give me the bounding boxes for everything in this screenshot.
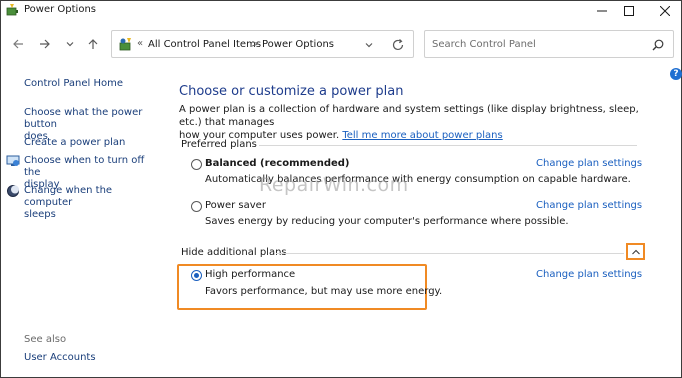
link-line: Change when the computer	[24, 185, 113, 208]
balanced-change-settings-link[interactable]: Change plan settings	[536, 158, 642, 169]
left-pane: Control Panel Home Choose what the power…	[1, 65, 161, 377]
search-icon[interactable]	[651, 38, 665, 52]
control-panel-icon	[119, 38, 131, 51]
help-icon[interactable]: ?	[670, 68, 682, 80]
see-also-label: See also	[24, 334, 67, 345]
power-saver-radio[interactable]	[191, 201, 202, 212]
high-performance-plan-description: Favors performance, but may use more ene…	[205, 286, 443, 297]
collapse-plans-button[interactable]	[626, 243, 645, 260]
link-line: Create a power plan	[24, 137, 126, 148]
maximize-icon	[624, 6, 634, 16]
watermark: RepairWin.com	[259, 174, 409, 196]
group-divider	[259, 145, 637, 146]
balanced-radio[interactable]	[191, 159, 202, 170]
window-title: Power Options	[24, 4, 96, 15]
computer-sleeps-link[interactable]: Change when the computer sleeps	[24, 185, 161, 221]
maximize-button[interactable]	[611, 1, 647, 21]
arrow-left-icon	[13, 39, 23, 49]
close-button[interactable]	[647, 1, 682, 21]
high-performance-radio[interactable]	[191, 270, 202, 281]
breadcrumb-power-options[interactable]: Power Options	[262, 39, 334, 50]
forward-button[interactable]	[36, 35, 54, 53]
power-options-window: Power Options « All Control Panel Items …	[0, 0, 682, 378]
arrow-right-icon	[40, 39, 50, 49]
chevron-down-icon	[66, 42, 74, 47]
refresh-icon[interactable]	[390, 37, 406, 53]
address-bar[interactable]: « All Control Panel Items > Power Option…	[111, 30, 414, 58]
power-saver-change-settings-link[interactable]: Change plan settings	[536, 200, 642, 211]
preferred-plans-title: Preferred plans	[181, 139, 257, 150]
title-bar: Power Options	[1, 1, 681, 21]
display-settings-icon	[6, 155, 20, 166]
address-dropdown-icon[interactable]	[362, 38, 376, 52]
recent-locations-button[interactable]	[61, 35, 79, 53]
power-options-app-icon	[6, 4, 18, 16]
breadcrumb-all-control-panel-items[interactable]: All Control Panel Items	[148, 39, 261, 50]
main-content: Choose or customize a power plan A power…	[177, 65, 649, 377]
high-performance-change-settings-link[interactable]: Change plan settings	[536, 269, 642, 280]
create-power-plan-link[interactable]: Create a power plan	[24, 137, 125, 149]
chevron-up-icon	[631, 249, 640, 254]
power-saver-plan-description: Saves energy by reducing your computer's…	[205, 216, 569, 227]
intro-text: A power plan is a collection of hardware…	[179, 103, 644, 142]
link-line: Choose what the power button	[24, 107, 143, 130]
link-line: Choose when to turn off the	[24, 155, 145, 178]
link-line: sleeps	[24, 209, 56, 220]
group-divider	[276, 253, 624, 254]
up-button[interactable]	[84, 35, 102, 53]
sleep-settings-icon	[7, 185, 19, 197]
control-panel-home-link[interactable]: Control Panel Home	[24, 78, 123, 90]
minimize-icon	[597, 10, 607, 12]
hide-additional-plans-title[interactable]: Hide additional plans	[181, 247, 287, 258]
page-title: Choose or customize a power plan	[179, 84, 404, 99]
breadcrumb-separator[interactable]: >	[251, 39, 259, 50]
search-placeholder: Search Control Panel	[432, 39, 536, 50]
search-box[interactable]: Search Control Panel	[424, 30, 674, 58]
back-button[interactable]	[9, 35, 27, 53]
arrow-up-icon	[88, 39, 98, 49]
high-performance-plan-name[interactable]: High performance	[205, 269, 295, 280]
learn-more-link[interactable]: Tell me more about power plans	[342, 130, 502, 141]
intro-line: A power plan is a collection of hardware…	[179, 104, 639, 128]
address-overflow-chevron[interactable]: «	[137, 38, 143, 49]
user-accounts-link[interactable]: User Accounts	[24, 352, 96, 364]
navigation-bar: « All Control Panel Items > Power Option…	[1, 25, 681, 65]
close-icon	[660, 6, 670, 16]
power-saver-plan-name[interactable]: Power saver	[205, 200, 266, 211]
balanced-plan-name[interactable]: Balanced (recommended)	[205, 158, 350, 169]
